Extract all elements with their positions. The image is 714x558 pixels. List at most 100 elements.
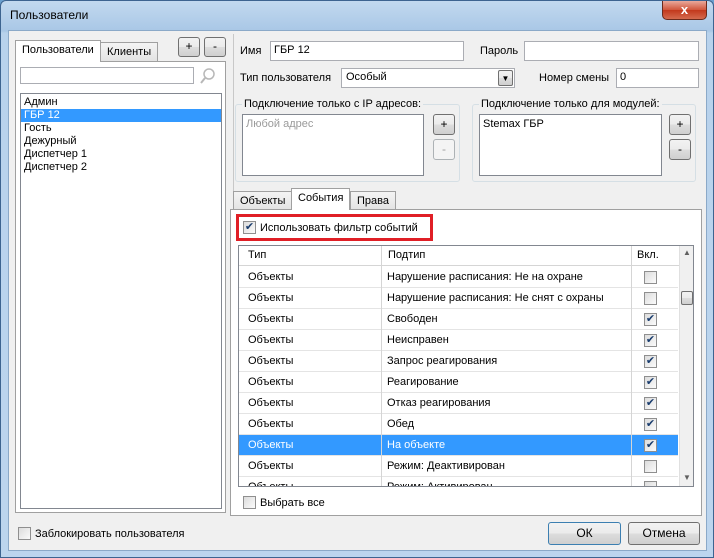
cell-type: Объекты <box>248 481 294 487</box>
modules-list[interactable]: Stemax ГБР <box>479 114 662 176</box>
block-user-checkbox[interactable] <box>18 527 31 540</box>
user-item-gbr12[interactable]: ГБР 12 <box>21 109 221 122</box>
search-icon[interactable] <box>198 66 218 86</box>
shift-number-input[interactable]: 0 <box>616 68 699 88</box>
tab-rights[interactable]: Права <box>350 191 396 211</box>
ok-button[interactable]: ОК <box>548 522 621 545</box>
cell-subtype: Обед <box>387 418 415 430</box>
module-item-stemax[interactable]: Stemax ГБР <box>480 118 661 131</box>
cell-subtype: На объекте <box>387 439 446 451</box>
left-panel: Пользователи Клиенты + - Админ ГБР 12 Го… <box>12 34 233 513</box>
ip-list[interactable]: Любой адрес <box>242 114 424 176</box>
cell-subtype: Свободен <box>387 313 438 325</box>
row-enabled-checkbox[interactable] <box>644 292 657 305</box>
password-label: Пароль <box>480 45 519 57</box>
tab-users[interactable]: Пользователи <box>15 40 101 62</box>
password-input[interactable] <box>524 41 699 61</box>
user-item-guest[interactable]: Гость <box>21 122 221 135</box>
events-table-header: Тип Подтип Вкл. <box>239 246 693 266</box>
cell-subtype: Неисправен <box>387 334 449 346</box>
cell-type: Объекты <box>248 313 294 325</box>
close-button[interactable]: x <box>662 1 707 20</box>
user-item-admin[interactable]: Админ <box>21 96 221 109</box>
table-row[interactable]: Объекты Нарушение расписания: Не снят с о… <box>239 288 678 309</box>
title-bar[interactable]: Пользователи x <box>1 1 713 31</box>
table-row[interactable]: Объекты Запрос реагирования ✔ <box>239 351 678 372</box>
cell-type: Объекты <box>248 376 294 388</box>
column-enabled[interactable]: Вкл. <box>637 249 659 261</box>
row-enabled-checkbox[interactable]: ✔ <box>644 313 657 326</box>
cell-subtype: Отказ реагирования <box>387 397 491 409</box>
modules-group: Подключение только для модулей: Stemax Г… <box>472 98 696 182</box>
select-all-label: Выбрать все <box>260 497 325 509</box>
row-enabled-checkbox[interactable]: ✔ <box>644 334 657 347</box>
table-row[interactable]: Объекты Свободен ✔ <box>239 309 678 330</box>
window-title: Пользователи <box>10 8 89 22</box>
row-enabled-checkbox[interactable]: ✔ <box>644 397 657 410</box>
tab-clients[interactable]: Клиенты <box>100 42 159 62</box>
user-type-select[interactable]: Особый ▼ <box>341 68 515 88</box>
table-row[interactable]: Объекты Реагирование ✔ <box>239 372 678 393</box>
name-label: Имя <box>240 45 262 57</box>
table-row[interactable]: Объекты Нарушение расписания: Не на охран… <box>239 267 678 288</box>
add-module-button[interactable]: + <box>669 114 691 135</box>
vertical-scrollbar[interactable]: ▲ ▼ <box>679 246 693 486</box>
modules-group-title: Подключение только для модулей: <box>479 98 662 110</box>
col-divider-1 <box>381 246 382 486</box>
table-row[interactable]: Объекты На объекте ✔ <box>239 435 678 456</box>
shift-number-label: Номер смены <box>539 72 610 84</box>
cancel-button[interactable]: Отмена <box>628 522 700 545</box>
table-row[interactable]: Объекты Неисправен ✔ <box>239 330 678 351</box>
remove-module-button[interactable]: - <box>669 139 691 160</box>
use-filter-label: Использовать фильтр событий <box>260 222 418 234</box>
user-item-dispatcher2[interactable]: Диспетчер 2 <box>21 161 221 174</box>
column-type[interactable]: Тип <box>248 249 266 261</box>
cell-subtype: Режим: Активирован <box>387 481 493 487</box>
row-enabled-checkbox[interactable]: ✔ <box>644 439 657 452</box>
events-table[interactable]: Тип Подтип Вкл. Объекты Нарушение расписа… <box>238 245 694 487</box>
cell-subtype: Реагирование <box>387 376 459 388</box>
table-row[interactable]: Объекты Режим: Деактивирован <box>239 456 678 477</box>
scroll-thumb[interactable] <box>681 291 693 305</box>
scroll-down-icon[interactable]: ▼ <box>683 473 691 482</box>
table-row[interactable]: Объекты Режим: Активирован <box>239 477 678 487</box>
table-row[interactable]: Объекты Отказ реагирования ✔ <box>239 393 678 414</box>
name-input[interactable]: ГБР 12 <box>270 41 464 61</box>
cell-type: Объекты <box>248 460 294 472</box>
row-enabled-checkbox[interactable]: ✔ <box>644 376 657 389</box>
cell-type: Объекты <box>248 397 294 409</box>
add-ip-button[interactable]: + <box>433 114 455 135</box>
user-item-duty[interactable]: Дежурный <box>21 135 221 148</box>
cell-type: Объекты <box>248 271 294 283</box>
cell-subtype: Режим: Деактивирован <box>387 460 505 472</box>
ip-placeholder: Любой адрес <box>246 118 314 130</box>
cell-type: Объекты <box>248 355 294 367</box>
use-filter-checkbox[interactable]: ✔ <box>243 221 256 234</box>
users-list[interactable]: Админ ГБР 12 Гость Дежурный Диспетчер 1 … <box>20 93 222 509</box>
row-enabled-checkbox[interactable]: ✔ <box>644 418 657 431</box>
table-row[interactable]: Объекты Обед ✔ <box>239 414 678 435</box>
user-search-input[interactable] <box>20 67 194 84</box>
tab-objects[interactable]: Объекты <box>233 191 293 211</box>
row-enabled-checkbox[interactable] <box>644 271 657 284</box>
user-item-dispatcher1[interactable]: Диспетчер 1 <box>21 148 221 161</box>
tab-events[interactable]: События <box>291 188 351 210</box>
chevron-down-icon[interactable]: ▼ <box>498 70 513 86</box>
ip-group-title: Подключение только с IP адресов: <box>242 98 424 110</box>
remove-user-button[interactable]: - <box>204 37 226 57</box>
ip-group: Подключение только с IP адресов: Любой а… <box>235 98 460 182</box>
column-subtype[interactable]: Подтип <box>388 249 425 261</box>
cell-subtype: Нарушение расписания: Не на охране <box>387 271 583 283</box>
row-enabled-checkbox[interactable] <box>644 481 657 486</box>
users-window: Пользователи x Пользователи Клиенты + - … <box>0 0 714 558</box>
row-enabled-checkbox[interactable] <box>644 460 657 473</box>
add-user-button[interactable]: + <box>178 37 200 57</box>
row-enabled-checkbox[interactable]: ✔ <box>644 355 657 368</box>
cell-subtype: Запрос реагирования <box>387 355 498 367</box>
cell-type: Объекты <box>248 334 294 346</box>
select-all-checkbox[interactable] <box>243 496 256 509</box>
remove-ip-button[interactable]: - <box>433 139 455 160</box>
cell-type: Объекты <box>248 418 294 430</box>
scroll-up-icon[interactable]: ▲ <box>683 248 691 257</box>
col-divider-2 <box>631 246 632 486</box>
